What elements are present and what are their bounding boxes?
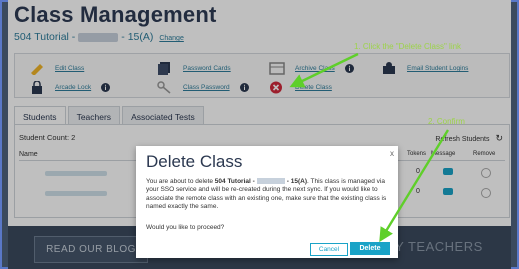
arrow-to-delete-button — [379, 129, 450, 243]
arrow-to-delete-class-link — [289, 52, 359, 88]
annotation-arrows — [289, 52, 450, 243]
